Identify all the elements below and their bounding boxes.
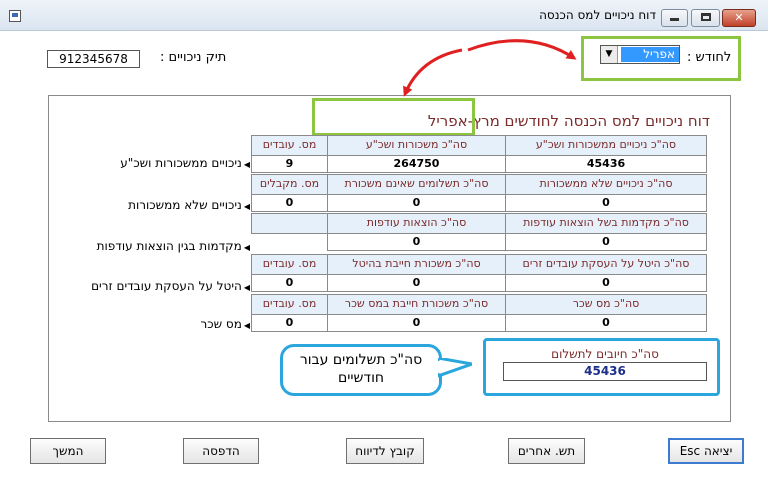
s1-value-total: 45436	[505, 155, 707, 173]
s5-value-count: 0	[251, 314, 328, 332]
s3-value-total: 0	[505, 233, 707, 251]
s4-value-count: 0	[251, 274, 328, 292]
print-button[interactable]: הדפסה	[183, 438, 259, 464]
s4-header-count: מס. עובדים	[251, 254, 328, 275]
total-value: 45436	[503, 362, 707, 381]
s5-header-total: סה"כ מס שכר	[505, 294, 707, 315]
s5-row-label: ◀מס שכר	[200, 317, 250, 331]
maximize-button[interactable]	[691, 9, 720, 27]
row-pointer-icon: ◀	[243, 160, 250, 169]
s1-header-count: מס. עובדים	[251, 135, 328, 156]
s2-header-total: סה"כ ניכויים שלא ממשכורות	[505, 174, 707, 195]
total-label: סה"כ חיובים לתשלום	[551, 347, 659, 361]
app-icon	[9, 10, 21, 22]
s3-header-empty	[251, 213, 328, 234]
s5-header-count: מס. עובדים	[251, 294, 328, 315]
s1-header-total: סה"כ ניכויים ממשכורות ושכ"ע	[505, 135, 707, 156]
s4-row-label: ◀היטל על העסקת עובדים זרים	[91, 279, 250, 293]
dropdown-arrow-icon[interactable]: ▼	[601, 46, 618, 63]
arrow-to-title	[403, 48, 463, 97]
s2-row-label: ◀ניכויים שלא ממשכורות	[128, 198, 250, 212]
callout-bubble: סה"כ תשלומים עבור חודשיים	[280, 344, 472, 400]
s4-header-total: סה"כ היטל על העסקת עובדים זרים	[505, 254, 707, 275]
continue-button[interactable]: המשך	[30, 438, 106, 464]
s2-header-payments: סה"כ תשלומים שאינם משכורת	[327, 174, 506, 195]
title-bar: דוח ניכויים למס הכנסה ✕	[0, 0, 768, 31]
s2-header-count: מס. מקבלים	[251, 174, 328, 195]
s2-value-payments: 0	[327, 194, 506, 212]
row-pointer-icon: ◀	[243, 321, 250, 330]
maximize-icon	[700, 13, 711, 21]
s2-value-total: 0	[505, 194, 707, 212]
callout-tail-icon	[438, 358, 472, 378]
s1-value-count: 9	[251, 155, 328, 173]
close-icon: ✕	[734, 11, 744, 24]
s3-header-expenses: סה"כ הוצאות עודפות	[327, 213, 506, 234]
s5-value-total: 0	[505, 314, 707, 332]
s4-value-salary-levy: 0	[327, 274, 506, 292]
report-file-button[interactable]: קובץ לדיווח	[346, 438, 424, 464]
exit-button[interactable]: יציאה Esc	[668, 438, 744, 464]
other-payments-button[interactable]: תש. אחרים	[508, 438, 585, 464]
s3-value-expenses: 0	[327, 233, 506, 251]
s4-header-salary-levy: סה"כ משכורת חייבת בהיטל	[327, 254, 506, 275]
row-pointer-icon: ◀	[243, 202, 250, 211]
s1-row-label: ◀ניכויים ממשכורות ושכ"ע	[120, 156, 250, 170]
file-number-label: תיק ניכויים :	[160, 50, 227, 65]
arrow-to-month	[467, 39, 577, 60]
s2-value-count: 0	[251, 194, 328, 212]
month-value: אפריל	[621, 47, 679, 62]
month-label: לחודש :	[687, 50, 732, 65]
minimize-icon	[670, 18, 679, 21]
s5-value-salary-tax: 0	[327, 314, 506, 332]
s1-header-salaries: סה"כ משכורות ושכ"ע	[327, 135, 506, 156]
s1-value-salaries: 264750	[327, 155, 506, 173]
file-number-field[interactable]: 912345678	[47, 50, 140, 68]
report-title-highlight	[312, 98, 475, 136]
window-title: דוח ניכויים למס הכנסה	[539, 8, 656, 22]
s3-header-total: סה"כ מקדמות בשל הוצאות עודפות	[505, 213, 707, 234]
month-select[interactable]: ▼ אפריל	[600, 45, 680, 64]
row-pointer-icon: ◀	[243, 283, 250, 292]
s5-header-salary-tax: סה"כ משכורת חייבת במס שכר	[327, 294, 506, 315]
s4-value-total: 0	[505, 274, 707, 292]
minimize-button[interactable]	[661, 9, 688, 27]
row-pointer-icon: ◀	[243, 243, 250, 252]
s3-row-label: ◀מקדמות בגין הוצאות עודפות	[96, 239, 250, 253]
callout-text: סה"כ תשלומים עבור חודשיים	[280, 344, 442, 396]
close-button[interactable]: ✕	[722, 9, 756, 27]
